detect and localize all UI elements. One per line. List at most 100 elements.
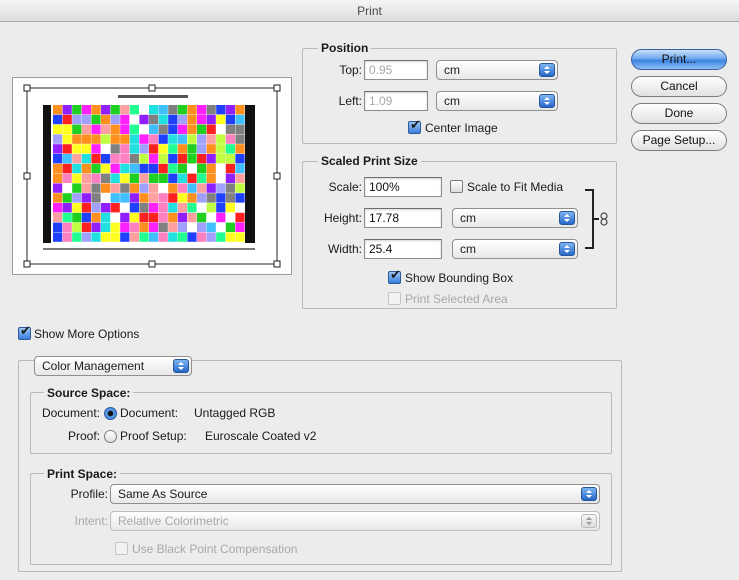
color-patch [168,173,178,183]
color-patch [120,193,130,203]
color-patch [149,124,159,134]
color-patch [72,222,82,232]
color-patch [197,183,207,193]
scale-field[interactable]: 100% [364,177,442,197]
color-patch [120,163,130,174]
color-patch [187,203,197,213]
color-patch [206,144,216,154]
color-patch [81,134,91,144]
show-bounding-box-checkbox[interactable] [388,268,401,284]
profile-select[interactable]: Same As Source [110,484,600,504]
profile-value: Same As Source [118,487,208,501]
proof-label: Proof: [67,429,100,443]
color-patch [91,163,101,174]
bbox-handle-right [273,172,281,180]
color-patch [91,114,101,125]
color-patch [120,124,130,134]
color-management-value: Color Management [42,359,145,373]
color-patch [235,144,245,154]
color-patch [53,232,63,242]
color-patch [81,232,91,242]
color-patch [53,212,63,223]
color-patch [216,212,226,223]
color-patch [235,105,245,115]
chevron-updown-icon [173,359,189,373]
color-patch [197,173,207,183]
color-patch [197,144,207,154]
color-patch [216,183,226,193]
color-patch [177,212,187,223]
color-patch [177,144,187,154]
color-patch [139,163,149,174]
color-patch [110,144,120,154]
color-patch [62,232,72,242]
color-patch [53,124,63,134]
document-radio[interactable] [104,407,117,420]
color-patch [62,222,72,232]
color-patch [168,114,178,125]
color-patch [225,134,235,144]
color-patch [101,124,111,134]
color-patch [120,105,130,115]
color-patch [139,212,149,223]
color-patch [235,154,245,164]
color-patch [53,105,63,115]
color-patch [177,193,187,203]
color-patch [72,134,82,144]
color-patch [72,154,82,164]
color-patch [216,144,226,154]
width-field[interactable]: 25.4 [364,239,442,259]
color-patch [101,105,111,115]
width-unit-select[interactable]: cm [452,239,578,259]
color-patch [139,134,149,144]
proportion-link-icon[interactable] [583,188,613,250]
intent-value: Relative Colorimetric [118,514,229,528]
black-point-compensation-checkbox[interactable] [115,542,128,555]
chevron-updown-icon [559,242,575,256]
top-unit-select[interactable]: cm [436,60,558,80]
intent-select[interactable]: Relative Colorimetric [110,511,600,531]
color-patch [72,232,82,242]
color-patch [225,173,235,183]
color-patch [168,163,178,174]
show-more-options-checkbox[interactable] [18,324,31,340]
color-patch [120,232,130,242]
color-patch [225,105,235,115]
top-unit-value: cm [444,63,460,77]
color-patch [53,163,63,174]
color-patch [91,134,101,144]
color-patch [168,134,178,144]
color-patch [101,212,111,223]
color-patch [206,134,216,144]
color-patch [177,203,187,213]
bbox-handle-bl [23,260,31,268]
left-field[interactable]: 1.09 [364,91,428,111]
print-selected-area-checkbox[interactable] [388,292,401,305]
print-button[interactable]: Print... [631,49,727,70]
top-field[interactable]: 0.95 [364,60,428,80]
color-patch [225,183,235,193]
color-patch [53,154,63,164]
scale-to-fit-checkbox[interactable] [450,180,463,193]
color-patch [177,232,187,242]
page-setup-button[interactable]: Page Setup... [631,130,727,151]
bbox-handle-br [273,260,281,268]
color-patch [129,173,139,183]
done-button[interactable]: Done [631,103,727,124]
color-patch [101,134,111,144]
color-management-select[interactable]: Color Management [34,356,192,376]
height-field[interactable]: 17.78 [364,208,442,228]
color-patch [187,154,197,164]
color-patch [158,193,168,203]
height-unit-select[interactable]: cm [452,208,578,228]
color-patch [206,114,216,125]
center-image-checkbox[interactable] [408,118,421,134]
color-patch [129,105,139,115]
left-unit-select[interactable]: cm [436,91,558,111]
color-patch [101,173,111,183]
color-patch [177,183,187,193]
cancel-button[interactable]: Cancel [631,76,727,97]
color-patch [216,134,226,144]
proof-radio[interactable] [104,430,117,443]
color-patch [187,144,197,154]
